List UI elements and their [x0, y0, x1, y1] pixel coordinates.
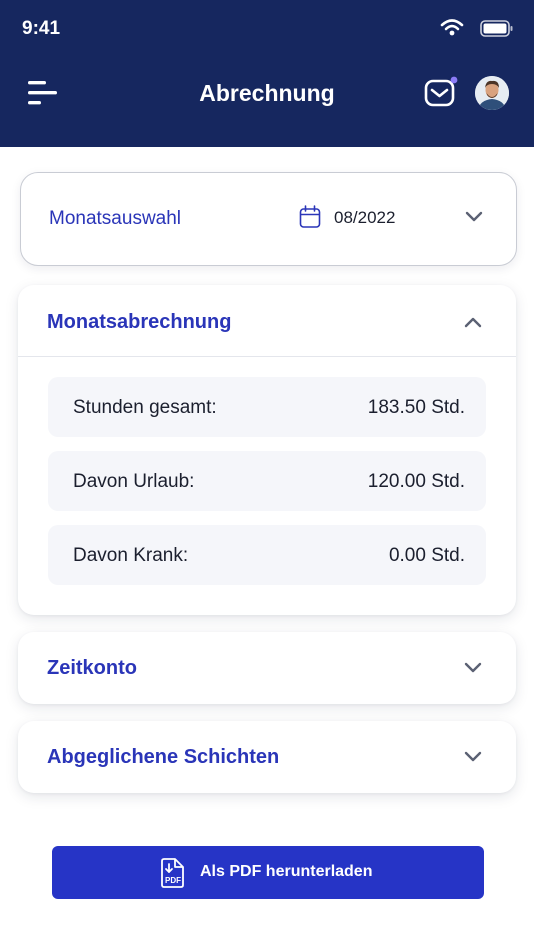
chevron-down-icon[interactable] [464, 662, 482, 674]
summary-row-label: Davon Urlaub: [73, 471, 195, 492]
calendar-icon [299, 205, 321, 228]
summary-row-value: 0.00 Std. [388, 545, 465, 566]
month-selector[interactable]: Monatsauswahl 08/2022 [20, 172, 517, 266]
month-selector-value: 08/2022 [334, 208, 396, 227]
wifi-icon [440, 19, 464, 36]
reconciled-shifts-title: Abgeglichene Schichten [47, 746, 280, 768]
summary-row-value: 183.50 Std. [367, 397, 465, 418]
summary-row-total: Stunden gesamt: 183.50 Std. [48, 377, 486, 437]
summary-row-sick: Davon Krank: 0.00 Std. [48, 525, 486, 585]
download-pdf-label: Als PDF herunterladen [200, 863, 373, 880]
reconciled-shifts-card[interactable]: Abgeglichene Schichten [18, 721, 516, 793]
summary-row-label: Davon Krank: [73, 545, 189, 566]
divider [18, 356, 516, 357]
pdf-icon-text: PDF [165, 876, 181, 885]
monthly-summary-title[interactable]: Monatsabrechnung [47, 311, 231, 334]
status-time: 9:41 [22, 18, 61, 39]
month-selector-label: Monatsauswahl [49, 208, 182, 229]
summary-row-vacation: Davon Urlaub: 120.00 Std. [48, 451, 486, 511]
notification-dot [450, 76, 458, 84]
battery-icon [480, 20, 513, 37]
download-pdf-button[interactable]: PDF Als PDF herunterladen [52, 846, 484, 899]
avatar[interactable] [475, 76, 509, 110]
time-account-card[interactable]: Zeitkonto [18, 632, 516, 704]
avatar-image [475, 76, 509, 110]
app-header: 9:41 Abrechnung [0, 0, 534, 147]
chevron-down-icon[interactable] [464, 751, 482, 763]
mail-icon[interactable] [424, 76, 460, 110]
chevron-up-icon[interactable] [464, 316, 482, 328]
summary-row-value: 120.00 Std. [367, 471, 465, 492]
monthly-summary-card: Monatsabrechnung Stunden gesamt: 183.50 … [18, 285, 516, 615]
summary-row-label: Stunden gesamt: [73, 397, 217, 418]
time-account-title: Zeitkonto [47, 657, 137, 679]
chevron-down-icon[interactable] [465, 211, 483, 223]
pdf-download-icon: PDF [161, 858, 184, 888]
